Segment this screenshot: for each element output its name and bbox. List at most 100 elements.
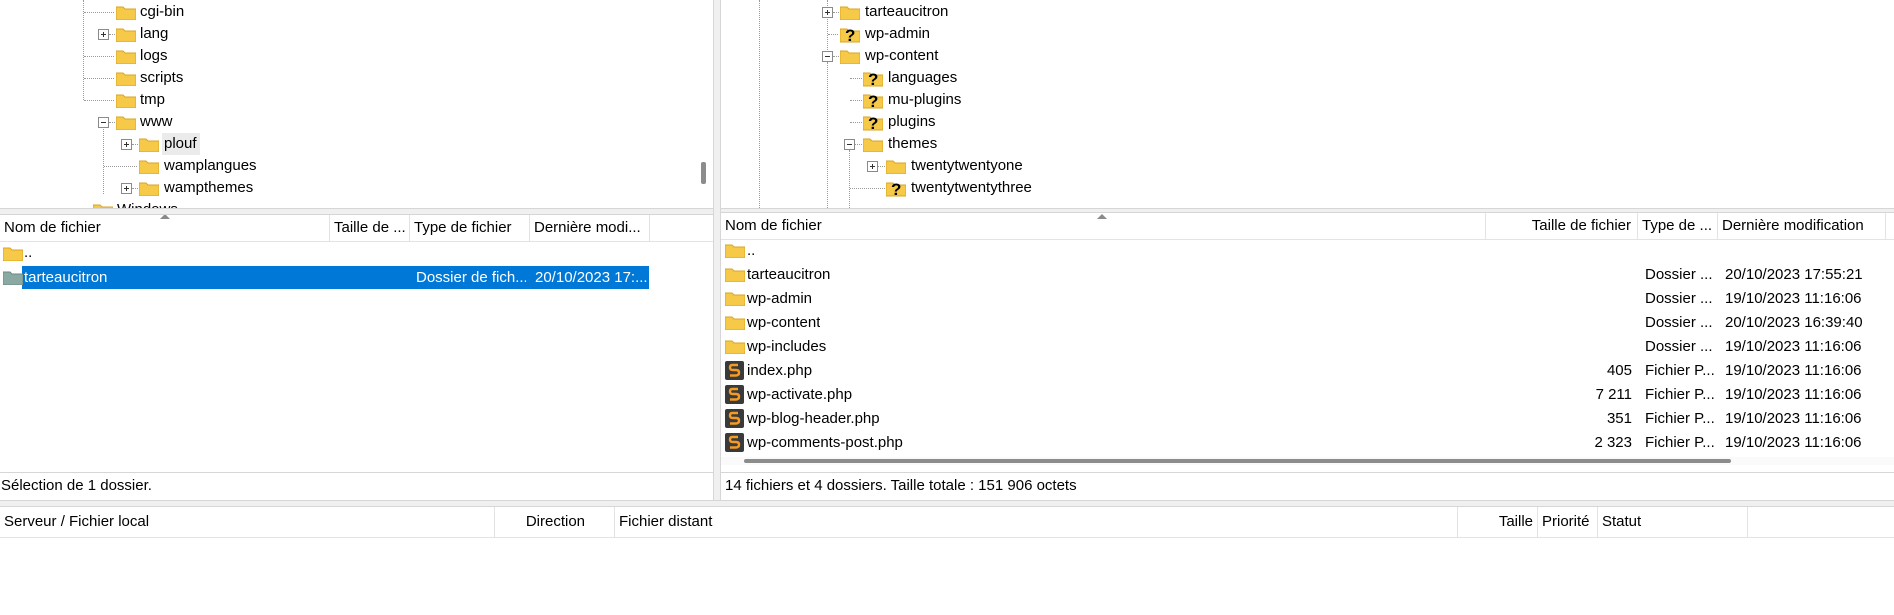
remote-file-list[interactable]: Nom de fichier Taille de fichier Type de… <box>721 213 1894 472</box>
remote-tree-item-plugins[interactable]: ? plugins <box>722 111 1882 133</box>
local-tree-item-plouf[interactable]: plouf <box>0 133 700 155</box>
file-modified: 19/10/2023 11:16:06 <box>1725 290 1862 307</box>
local-tree-item-scripts[interactable]: scripts <box>0 67 700 89</box>
collapse-icon[interactable] <box>98 117 109 128</box>
remote-tree-item-mu-plugins[interactable]: ? mu-plugins <box>722 89 1882 111</box>
php-file-icon <box>725 409 744 428</box>
remote-directory-tree[interactable]: tarteaucitron ? wp-admin wp-content ? la… <box>722 0 1894 208</box>
list-item[interactable]: index.php 405 Fichier P... 19/10/2023 11… <box>721 359 1886 383</box>
folder-icon <box>725 243 745 258</box>
local-tree-scrollbar[interactable] <box>701 162 706 184</box>
remote-tree-item-wp-admin[interactable]: ? wp-admin <box>722 23 1882 45</box>
column-header-server-local[interactable]: Serveur / Fichier local <box>0 507 495 537</box>
transfer-queue[interactable]: Serveur / Fichier local Direction Fichie… <box>0 507 1894 615</box>
column-header-status[interactable]: Statut <box>1598 507 1748 537</box>
file-type: Dossier ... <box>1645 338 1713 355</box>
list-item[interactable]: .. <box>0 241 650 265</box>
tree-item-label: plugins <box>888 113 936 130</box>
column-header-remote-file[interactable]: Fichier distant <box>615 507 1458 537</box>
php-file-icon <box>725 361 744 380</box>
collapse-icon[interactable] <box>844 139 855 150</box>
remote-tree-item-themes[interactable]: themes <box>722 133 1882 155</box>
expand-icon[interactable] <box>867 161 878 172</box>
local-tree-item-wamplangues[interactable]: wamplangues <box>0 155 700 177</box>
local-tree-item-www[interactable]: www <box>0 111 700 133</box>
list-item[interactable]: wp-admin Dossier ... 19/10/2023 11:16:06 <box>721 287 1886 311</box>
folder-icon <box>3 270 23 285</box>
local-directory-tree[interactable]: cgi-bin lang logs scripts tmp www plouf … <box>0 0 712 208</box>
expand-icon[interactable] <box>98 29 109 40</box>
unknown-folder-icon: ? <box>886 179 906 197</box>
folder-icon <box>116 5 136 20</box>
collapse-icon[interactable] <box>822 51 833 62</box>
folder-icon <box>139 137 159 152</box>
tree-item-label: wampthemes <box>164 179 254 196</box>
local-file-list[interactable]: Nom de fichier Taille de ... Type de fic… <box>0 215 713 472</box>
column-header-priority[interactable]: Priorité <box>1538 507 1598 537</box>
column-header-direction[interactable]: Direction <box>495 507 615 537</box>
list-item[interactable]: wp-includes Dossier ... 19/10/2023 11:16… <box>721 335 1886 359</box>
folder-icon <box>3 246 23 261</box>
local-horizontal-splitter[interactable] <box>0 208 713 215</box>
file-type: Dossier de fich... <box>416 269 526 286</box>
column-header-size[interactable]: Taille <box>1458 507 1538 537</box>
local-tree-item-tmp[interactable]: tmp <box>0 89 700 111</box>
list-item[interactable]: tarteaucitron Dossier de fich... 20/10/2… <box>0 266 650 290</box>
queue-splitter[interactable] <box>0 500 1894 507</box>
list-item[interactable]: wp-activate.php 7 211 Fichier P... 19/10… <box>721 383 1886 407</box>
php-file-icon <box>725 433 744 452</box>
column-header-size[interactable]: Taille de fichier <box>1486 213 1638 239</box>
remote-list-header: Nom de fichier Taille de fichier Type de… <box>721 213 1894 240</box>
file-type: Fichier P... <box>1645 362 1715 379</box>
column-header-modified[interactable]: Dernière modi... <box>530 215 650 241</box>
list-item[interactable]: .. <box>721 239 1886 263</box>
file-modified: 19/10/2023 11:16:06 <box>1725 410 1862 427</box>
remote-status-separator <box>721 472 1894 473</box>
list-item[interactable]: wp-content Dossier ... 20/10/2023 16:39:… <box>721 311 1886 335</box>
local-list-header: Nom de fichier Taille de ... Type de fic… <box>0 215 713 242</box>
tree-item-label: twentytwentyone <box>911 157 1023 174</box>
local-tree-item-lang[interactable]: lang <box>0 23 700 45</box>
local-tree-item-logs[interactable]: logs <box>0 45 700 67</box>
expand-icon[interactable] <box>822 7 833 18</box>
svg-text:?: ? <box>868 114 878 131</box>
vertical-splitter[interactable] <box>713 0 721 500</box>
tree-item-label: wp-admin <box>865 25 931 42</box>
expand-icon[interactable] <box>121 139 132 150</box>
tree-item-label: tarteaucitron <box>865 3 949 20</box>
local-tree-item-windows[interactable]: Windows <box>0 199 700 208</box>
local-tree-item-wampthemes[interactable]: wampthemes <box>0 177 700 199</box>
file-type: Dossier ... <box>1645 290 1713 307</box>
unknown-folder-icon: ? <box>863 113 883 131</box>
file-name: wp-blog-header.php <box>747 410 880 427</box>
remote-tree-item-tarteaucitron[interactable]: tarteaucitron <box>722 1 1882 23</box>
remote-tree-item-languages[interactable]: ? languages <box>722 67 1882 89</box>
local-status-separator <box>0 472 713 473</box>
column-header-type[interactable]: Type de ... <box>1638 213 1718 239</box>
column-header-size[interactable]: Taille de ... <box>330 215 410 241</box>
file-type: Fichier P... <box>1645 434 1715 451</box>
list-item[interactable]: tarteaucitron Dossier ... 20/10/2023 17:… <box>721 263 1886 287</box>
file-modified: 20/10/2023 17:55:21 <box>1725 266 1863 283</box>
remote-tree-item-twentytwentythree[interactable]: ? twentytwentythree <box>722 177 1882 199</box>
local-tree-item-cgi-bin[interactable]: cgi-bin <box>0 1 700 23</box>
php-file-icon <box>725 385 744 404</box>
file-size: 351 <box>1606 410 1632 427</box>
list-item[interactable]: wp-blog-header.php 351 Fichier P... 19/1… <box>721 407 1886 431</box>
column-header-modified[interactable]: Dernière modification <box>1718 213 1886 239</box>
remote-list-scrollbar-thumb[interactable] <box>744 459 1731 463</box>
expand-icon[interactable] <box>121 183 132 194</box>
column-header-type[interactable]: Type de fichier <box>410 215 530 241</box>
remote-tree-item-twentytwentyone[interactable]: twentytwentyone <box>722 155 1882 177</box>
tree-item-label: Windows <box>117 199 178 208</box>
folder-icon <box>840 5 860 20</box>
folder-icon <box>116 93 136 108</box>
file-name: wp-comments-post.php <box>747 434 903 451</box>
file-name: tarteaucitron <box>747 266 831 283</box>
folder-icon <box>725 267 745 282</box>
svg-text:?: ? <box>868 70 878 87</box>
tree-item-label: lang <box>140 25 169 42</box>
list-item[interactable]: wp-comments-post.php 2 323 Fichier P... … <box>721 431 1886 455</box>
file-name: wp-content <box>747 314 821 331</box>
remote-tree-item-wp-content[interactable]: wp-content <box>722 45 1882 67</box>
